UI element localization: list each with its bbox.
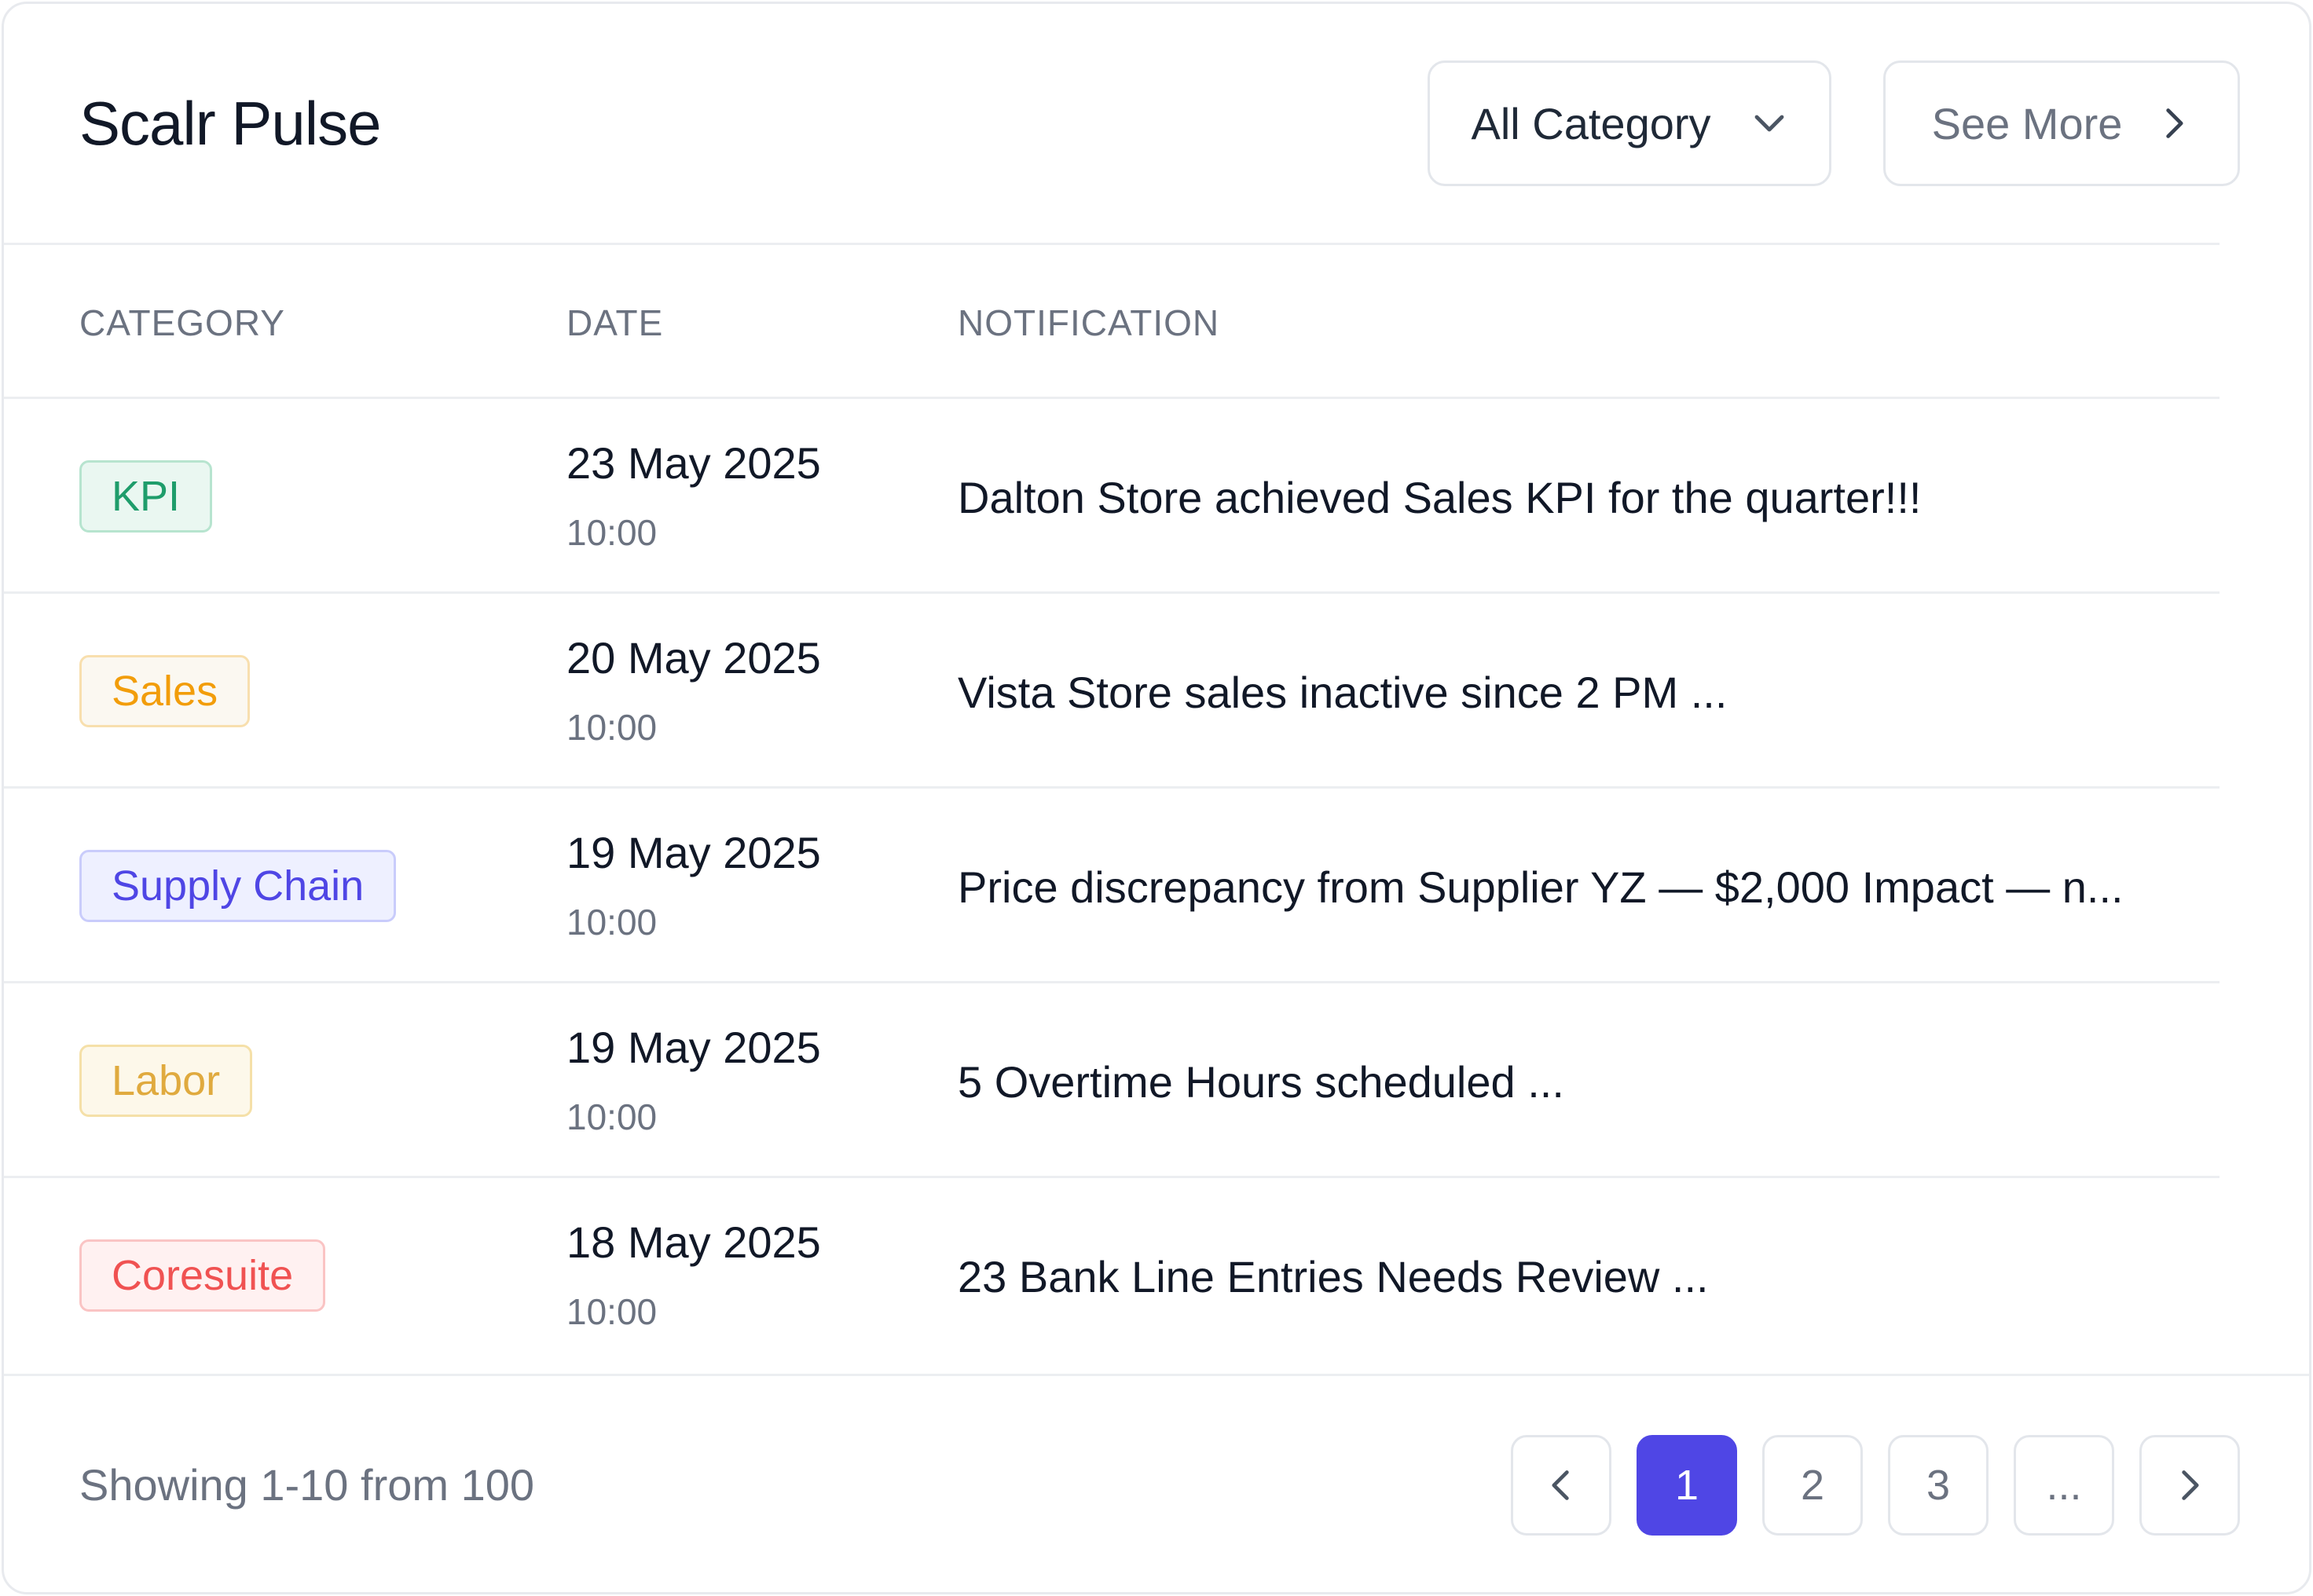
row-time: 10:00	[566, 512, 658, 553]
row-notification: Price discrepancy from Supplier YZ — $2,…	[958, 862, 2124, 912]
chevron-down-icon	[1754, 115, 1783, 132]
column-header-notification: NOTIFICATION	[958, 302, 1220, 343]
category-filter-dropdown[interactable]: All Category	[1428, 60, 1831, 186]
row-time: 10:00	[566, 902, 658, 943]
category-badge: Labor	[79, 1045, 253, 1117]
row-date: 18 May 2025	[566, 1217, 821, 1267]
pagination-page-button[interactable]: 1	[1637, 1435, 1737, 1536]
footer-divider	[4, 1374, 2309, 1376]
row-date: 23 May 2025	[566, 438, 821, 488]
row-time: 10:00	[566, 707, 658, 748]
chevron-right-icon	[2166, 108, 2183, 138]
row-date: 19 May 2025	[566, 1023, 821, 1072]
row-date: 20 May 2025	[566, 633, 821, 683]
table-row[interactable]: Coresuite 18 May 2025 10:00 23 Bank Line…	[4, 1178, 2220, 1373]
chevron-right-icon	[2182, 1470, 2199, 1500]
pagination-page-button[interactable]: 3	[1888, 1435, 1989, 1536]
column-header-category: CATEGORY	[79, 302, 285, 343]
table-row[interactable]: Supply Chain 19 May 2025 10:00 Price dis…	[4, 789, 2220, 983]
category-badge: Coresuite	[79, 1239, 326, 1312]
pagination-page-button[interactable]: 2	[1762, 1435, 1863, 1536]
pagination-next-button[interactable]	[2139, 1435, 2240, 1536]
row-date: 19 May 2025	[566, 828, 821, 877]
category-badge: Sales	[79, 655, 251, 727]
category-badge: KPI	[79, 460, 213, 533]
row-notification: Vista Store sales inactive since 2 PM ..…	[958, 668, 1728, 717]
pulse-card: Scalr Pulse All Category See More CATEGO…	[2, 2, 2311, 1594]
row-notification: 5 Overtime Hours scheduled ...	[958, 1057, 1564, 1107]
table-row[interactable]: KPI 23 May 2025 10:00 Dalton Store achie…	[4, 399, 2220, 594]
category-badge: Supply Chain	[79, 850, 397, 922]
see-more-button[interactable]: See More	[1883, 60, 2240, 186]
row-time: 10:00	[566, 1291, 658, 1332]
pagination-prev-button[interactable]	[1511, 1435, 1611, 1536]
page-title: Scalr Pulse	[79, 89, 381, 158]
header-divider	[4, 243, 2220, 245]
column-header-date: DATE	[566, 302, 664, 343]
chevron-left-icon	[1552, 1470, 1569, 1500]
table-row[interactable]: Labor 19 May 2025 10:00 5 Overtime Hours…	[4, 983, 2220, 1178]
pagination-ellipsis-button[interactable]: ...	[2014, 1435, 2114, 1536]
row-time: 10:00	[566, 1096, 658, 1137]
row-notification: 23 Bank Line Entries Needs Review ...	[958, 1252, 1709, 1301]
see-more-label: See More	[1931, 98, 2123, 148]
card-header: Scalr Pulse All Category See More	[4, 4, 2309, 244]
category-filter-label: All Category	[1471, 98, 1711, 148]
pagination-summary: Showing 1-10 from 100	[79, 1460, 535, 1510]
row-notification: Dalton Store achieved Sales KPI for the …	[958, 473, 1922, 522]
table-row[interactable]: Sales 20 May 2025 10:00 Vista Store sale…	[4, 594, 2220, 789]
